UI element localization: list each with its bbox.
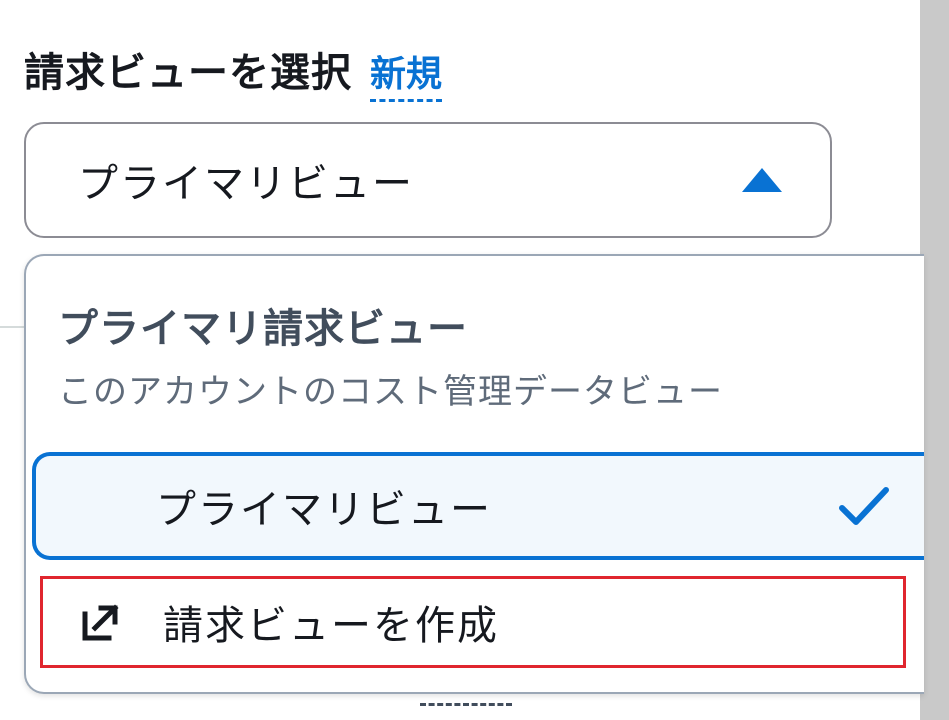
checkmark-icon xyxy=(839,487,889,525)
option-create-billing-view[interactable]: 請求ビューを作成 xyxy=(40,576,906,668)
option-label: プライマリビュー xyxy=(156,487,492,533)
select-value: プライマリビュー xyxy=(78,161,414,207)
option-primary-view[interactable]: プライマリビュー xyxy=(32,452,924,560)
scrollbar-track[interactable] xyxy=(920,0,949,720)
dropdown-menu: プライマリ請求ビュー このアカウントのコスト管理データビュー プライマリビュー … xyxy=(24,254,924,694)
external-link-icon xyxy=(82,604,119,641)
caret-up-icon xyxy=(742,168,782,192)
group-title: プライマリ請求ビュー xyxy=(58,306,468,352)
select-billing-view-header: 請求ビューを選択 新規 xyxy=(24,40,443,102)
field-label: 請求ビューを選択 xyxy=(24,50,352,96)
link-underline-fragment xyxy=(420,703,512,706)
group-description: このアカウントのコスト管理データビュー xyxy=(58,372,723,412)
new-link[interactable]: 新規 xyxy=(370,45,443,102)
option-label: 請求ビューを作成 xyxy=(163,603,499,649)
option-group-header: プライマリ請求ビュー このアカウントのコスト管理データビュー xyxy=(58,296,924,413)
billing-view-select[interactable]: プライマリビュー xyxy=(24,122,832,238)
divider xyxy=(0,326,24,328)
